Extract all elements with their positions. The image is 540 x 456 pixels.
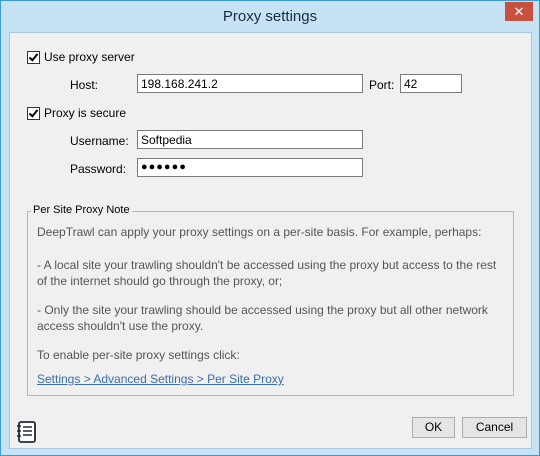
close-icon: ✕ (513, 4, 525, 19)
cancel-button[interactable]: Cancel (462, 417, 527, 438)
group-title: Per Site Proxy Note (31, 204, 132, 216)
password-input[interactable]: ●●●●●● (137, 158, 363, 177)
proxy-secure-checkbox[interactable]: Proxy is secure (27, 106, 126, 120)
note-paragraph-3: - Only the site your trawling should be … (37, 303, 488, 333)
host-label: Host: (70, 78, 99, 92)
proxy-settings-dialog: Proxy settings ✕ Use proxy server Host: … (0, 0, 540, 456)
checkbox-checked-icon (27, 50, 40, 64)
port-label: Port: (369, 78, 395, 92)
checkbox-checked-icon (27, 106, 40, 120)
title-bar: Proxy settings ✕ (1, 1, 539, 31)
dialog-body: Use proxy server Host: 198.168.241.2 Por… (9, 32, 532, 449)
host-input[interactable]: 198.168.241.2 (137, 74, 363, 93)
ok-button[interactable]: OK (412, 417, 455, 438)
note-paragraph-4: To enable per-site proxy settings click: (37, 348, 240, 362)
per-site-proxy-note-group: Per Site Proxy Note DeepTrawl can apply … (27, 204, 514, 396)
notebook-icon (17, 421, 36, 443)
username-input[interactable]: Softpedia (137, 130, 363, 149)
password-label: Password: (70, 162, 127, 176)
per-site-proxy-link[interactable]: Settings > Advanced Settings > Per Site … (37, 372, 284, 386)
close-button[interactable]: ✕ (505, 2, 533, 21)
proxy-secure-label: Proxy is secure (44, 106, 127, 120)
username-label: Username: (70, 134, 129, 148)
note-paragraph-1: DeepTrawl can apply your proxy settings … (37, 225, 482, 239)
window-title: Proxy settings (222, 8, 318, 25)
port-input[interactable]: 42 (400, 74, 462, 93)
use-proxy-label: Use proxy server (44, 50, 135, 64)
note-paragraph-2: - A local site your trawling shouldn't b… (37, 258, 497, 288)
use-proxy-checkbox[interactable]: Use proxy server (27, 50, 135, 64)
